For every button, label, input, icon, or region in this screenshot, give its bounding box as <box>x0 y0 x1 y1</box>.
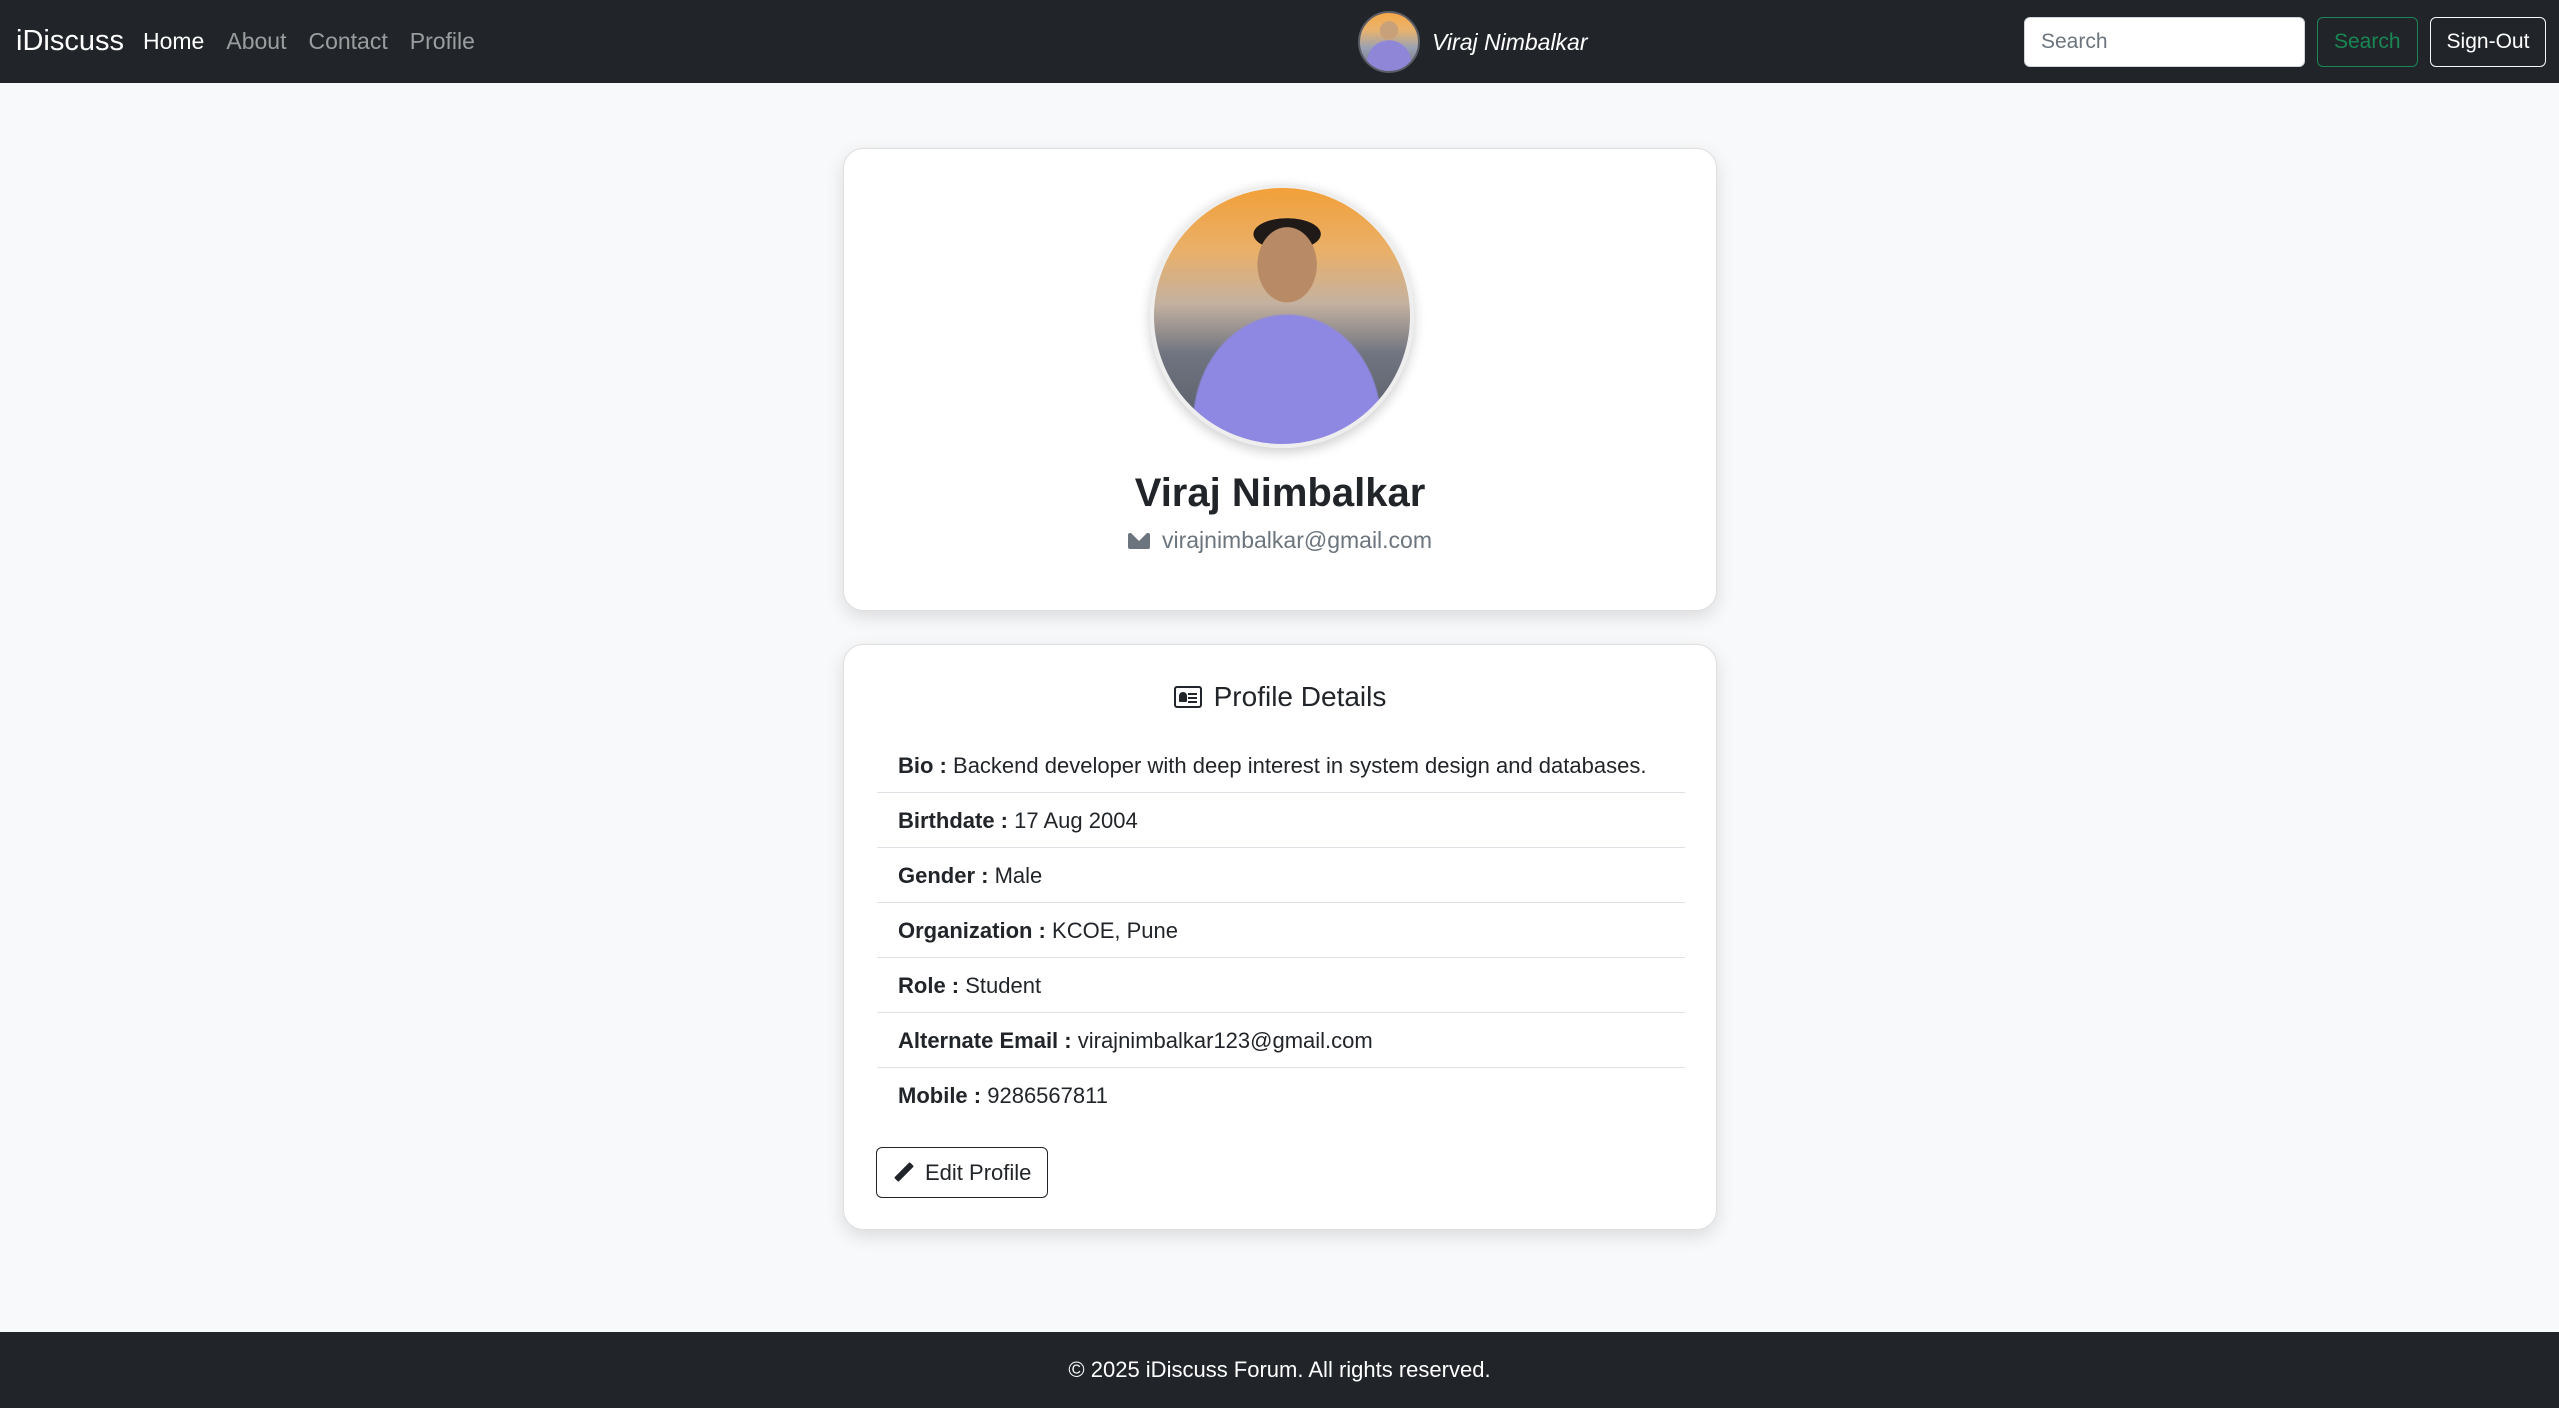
profile-card: Viraj Nimbalkar virajnimbalkar@gmail.com <box>843 148 1717 611</box>
profile-details-card: Profile Details Bio : Backend developer … <box>843 644 1717 1230</box>
nav-link-contact[interactable]: Contact <box>308 28 387 55</box>
pencil-icon <box>893 1162 915 1184</box>
detail-bio: Bio : Backend developer with deep intere… <box>877 738 1685 793</box>
footer: © 2025 iDiscuss Forum. All rights reserv… <box>0 1332 2559 1408</box>
detail-role: Role : Student <box>877 958 1685 1013</box>
id-card-icon <box>1173 686 1202 708</box>
detail-value: Student <box>965 973 1042 998</box>
detail-gender: Gender : Male <box>877 848 1685 903</box>
detail-list: Bio : Backend developer with deep intere… <box>877 738 1685 1123</box>
nav-avatar[interactable] <box>1358 11 1420 73</box>
detail-alternate-email: Alternate Email : virajnimbalkar123@gmai… <box>877 1013 1685 1068</box>
profile-email: virajnimbalkar@gmail.com <box>1161 527 1433 553</box>
detail-label: Birthdate : <box>898 808 1008 833</box>
nav-link-about[interactable]: About <box>226 28 286 55</box>
detail-value: 17 Aug 2004 <box>1014 808 1138 833</box>
detail-mobile: Mobile : 9286567811 <box>877 1068 1685 1123</box>
nav-username[interactable]: Viraj Nimbalkar <box>1432 29 1588 56</box>
details-heading: Profile Details <box>844 681 1716 713</box>
search-button[interactable]: Search <box>2317 17 2418 67</box>
detail-label: Organization : <box>898 918 1046 943</box>
signout-button[interactable]: Sign-Out <box>2429 17 2547 67</box>
nav-user[interactable]: Viraj Nimbalkar <box>1358 11 1588 73</box>
nav-link-profile[interactable]: Profile <box>410 28 475 55</box>
detail-label: Mobile : <box>898 1083 982 1108</box>
nav-link-home[interactable]: Home <box>143 28 204 55</box>
detail-birthdate: Birthdate : 17 Aug 2004 <box>877 793 1685 848</box>
footer-text: © 2025 iDiscuss Forum. All rights reserv… <box>1068 1357 1491 1382</box>
search-form: Search Sign-Out <box>2024 17 2547 67</box>
search-input[interactable] <box>2024 17 2305 67</box>
profile-name: Viraj Nimbalkar <box>1134 471 1426 515</box>
navbar: iDiscuss Home About Contact Profile Vira… <box>0 0 2559 83</box>
detail-label: Bio : <box>898 753 947 778</box>
detail-value: virajnimbalkar123@gmail.com <box>1077 1028 1373 1053</box>
edit-profile-label: Edit Profile <box>925 1159 1032 1185</box>
detail-value: KCOE, Pune <box>1052 918 1178 943</box>
envelope-icon <box>1127 532 1150 549</box>
detail-label: Alternate Email : <box>898 1028 1072 1053</box>
details-heading-text: Profile Details <box>1213 681 1387 712</box>
detail-label: Role : <box>898 973 960 998</box>
profile-picture <box>1150 184 1414 448</box>
detail-value: 9286567811 <box>987 1083 1108 1108</box>
profile-email-row: virajnimbalkar@gmail.com <box>844 527 1716 554</box>
detail-organization: Organization : KCOE, Pune <box>877 903 1685 958</box>
brand-link[interactable]: iDiscuss <box>16 0 124 83</box>
detail-label: Gender : <box>898 863 989 888</box>
nav-links: Home About Contact Profile <box>143 0 475 83</box>
detail-value: Male <box>994 863 1043 888</box>
detail-value: Backend developer with deep interest in … <box>953 753 1647 778</box>
edit-profile-button[interactable]: Edit Profile <box>876 1147 1049 1198</box>
